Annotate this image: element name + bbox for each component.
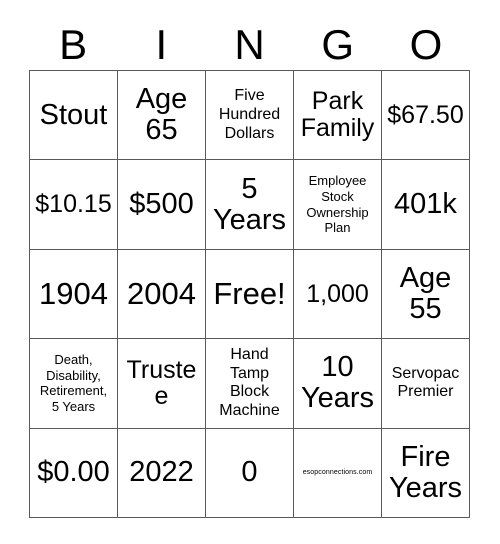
bingo-cell-text: 5 Years [212,172,287,236]
bingo-cell-text: Free! [213,276,286,312]
bingo-cell-text: Hand Tamp Block Machine [219,345,280,420]
bingo-cell-o4[interactable]: Servopac Premier [382,339,470,429]
bingo-cell-o5[interactable]: Fire Years [382,428,470,518]
bingo-cell-text: $0.00 [37,456,110,489]
bingo-cell-text: Trustee [126,355,197,411]
bingo-cell-i5[interactable]: 2022 [118,428,206,518]
bingo-cell-text: Park Family [300,87,375,143]
bingo-grid: Stout Age 65 Five Hundred Dollars Park F… [29,70,470,518]
bingo-cell-i4[interactable]: Trustee [118,339,206,429]
bingo-cell-text: 1,000 [306,279,369,308]
bingo-cell-n4[interactable]: Hand Tamp Block Machine [206,339,294,429]
bingo-cell-text: 0 [241,456,258,489]
bingo-cell-n2[interactable]: 5 Years [206,160,294,250]
bingo-cell-n1[interactable]: Five Hundred Dollars [206,71,294,161]
bingo-card: B I N G O Stout Age 65 Five Hundred Doll… [0,0,500,544]
bingo-cell-n5[interactable]: 0 [206,428,294,518]
bingo-cell-b2[interactable]: $10.15 [30,160,118,250]
header-letter-o: O [409,21,443,68]
bingo-cell-text: Age 55 [399,261,452,325]
bingo-cell-text: 2004 [127,276,196,312]
bingo-cell-g3[interactable]: 1,000 [294,249,382,340]
bingo-cell-text: Servopac Premier [391,364,460,401]
header-letter-n: N [234,21,265,68]
bingo-cell-text: Stout [39,98,108,131]
bingo-cell-o1[interactable]: $67.50 [382,71,470,161]
bingo-cell-text: 2022 [129,456,194,489]
bingo-cell-text: Five Hundred Dollars [218,86,281,142]
bingo-cell-text: 1904 [39,276,108,312]
bingo-cell-b3[interactable]: 1904 [30,249,118,340]
bingo-cell-text: 401k [394,188,457,221]
bingo-cell-g1[interactable]: Park Family [294,71,382,161]
bingo-cell-g2[interactable]: Employee Stock Ownership Plan [294,160,382,250]
bingo-cell-i1[interactable]: Age 65 [118,71,206,161]
header-letter-g: G [321,21,355,68]
bingo-cell-b5[interactable]: $0.00 [30,428,118,518]
bingo-cell-i2[interactable]: $500 [118,160,206,250]
bingo-cell-text: $67.50 [387,100,464,129]
bingo-cell-o2[interactable]: 401k [382,160,470,250]
bingo-cell-n3-free[interactable]: Free! [206,249,294,340]
bingo-cell-text: 10 Years [300,351,375,415]
site-watermark-text: esopconnections.com [302,468,373,476]
bingo-cell-text: Fire Years [388,440,463,504]
bingo-cell-text: $10.15 [35,190,112,219]
bingo-cell-text: Age 65 [135,83,188,147]
bingo-cell-b4[interactable]: Death, Disability, Retirement, 5 Years [30,339,118,429]
header-letter-b: B [59,21,88,68]
bingo-cell-g5-watermark[interactable]: esopconnections.com [294,428,382,518]
bingo-cell-text: $500 [129,188,194,221]
bingo-cell-text: Employee Stock Ownership Plan [306,172,369,236]
bingo-cell-o3[interactable]: Age 55 [382,249,470,340]
bingo-cell-text: Death, Disability, Retirement, 5 Years [39,351,108,415]
header-letter-i: I [155,21,168,68]
bingo-cell-g4[interactable]: 10 Years [294,339,382,429]
bingo-cell-b1[interactable]: Stout [30,71,118,161]
bingo-cell-i3[interactable]: 2004 [118,249,206,340]
bingo-header-row: B I N G O [29,20,470,70]
